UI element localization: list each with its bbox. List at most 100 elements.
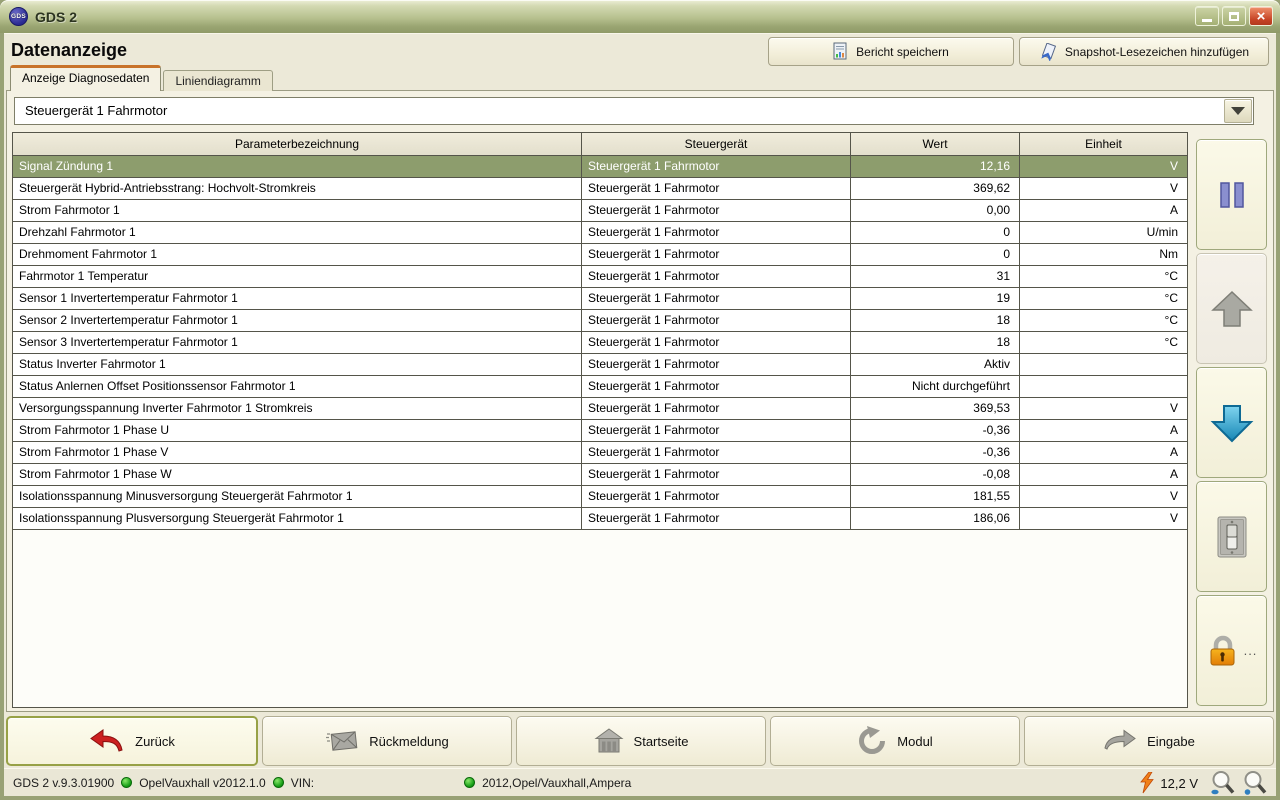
- table-body: Signal Zündung 1 Steuergerät 1 Fahrmotor…: [13, 156, 1187, 530]
- minimize-button[interactable]: [1195, 6, 1219, 26]
- table-row[interactable]: Strom Fahrmotor 1 Phase V Steuergerät 1 …: [13, 442, 1187, 464]
- value-cell: 0,00: [851, 200, 1020, 221]
- lock-button[interactable]: ...: [1196, 595, 1267, 706]
- table-row[interactable]: Signal Zündung 1 Steuergerät 1 Fahrmotor…: [13, 156, 1187, 178]
- table-row[interactable]: Drehmoment Fahrmotor 1 Steuergerät 1 Fah…: [13, 244, 1187, 266]
- value-cell: 186,06: [851, 508, 1020, 529]
- controller-cell: Steuergerät 1 Fahrmotor: [582, 420, 851, 441]
- table-row[interactable]: Steuergerät Hybrid-Antriebsstrang: Hochv…: [13, 178, 1187, 200]
- controller-cell: Steuergerät 1 Fahrmotor: [582, 156, 851, 177]
- feedback-button[interactable]: Rückmeldung: [262, 716, 512, 766]
- table-row[interactable]: Strom Fahrmotor 1 Phase W Steuergerät 1 …: [13, 464, 1187, 486]
- maximize-button[interactable]: [1222, 6, 1246, 26]
- output-control-button[interactable]: [1196, 481, 1267, 592]
- table-row[interactable]: Status Anlernen Offset Positionssensor F…: [13, 376, 1187, 398]
- controller-cell: Steuergerät 1 Fahrmotor: [582, 398, 851, 419]
- module-button[interactable]: Modul: [770, 716, 1020, 766]
- parameter-cell: Strom Fahrmotor 1: [13, 200, 582, 221]
- refresh-icon: [857, 726, 887, 756]
- unit-cell: °C: [1020, 332, 1187, 353]
- column-header-parameter[interactable]: Parameterbezeichnung: [13, 133, 582, 155]
- zoom-in-magnifier-icon[interactable]: [1242, 770, 1268, 797]
- unit-cell: V: [1020, 508, 1187, 529]
- add-snapshot-label: Snapshot-Lesezeichen hinzufügen: [1065, 45, 1249, 59]
- table-row[interactable]: Strom Fahrmotor 1 Phase U Steuergerät 1 …: [13, 420, 1187, 442]
- unit-cell: A: [1020, 420, 1187, 441]
- controller-cell: Steuergerät 1 Fahrmotor: [582, 376, 851, 397]
- value-cell: 18: [851, 310, 1020, 331]
- back-label: Zurück: [135, 734, 175, 749]
- column-header-value[interactable]: Wert: [851, 133, 1020, 155]
- dropdown-button[interactable]: [1224, 99, 1252, 123]
- battery-lightning-icon: [1140, 772, 1154, 794]
- report-document-icon: [833, 42, 848, 61]
- column-header-unit[interactable]: Einheit: [1020, 133, 1187, 155]
- value-cell: 0: [851, 222, 1020, 243]
- parameter-cell: Status Inverter Fahrmotor 1: [13, 354, 582, 375]
- table-header: Parameterbezeichnung Steuergerät Wert Ei…: [13, 133, 1187, 156]
- gds-logo-icon: GDS: [9, 7, 28, 26]
- pause-icon: [1217, 181, 1247, 209]
- table-row[interactable]: Drehzahl Fahrmotor 1 Steuergerät 1 Fahrm…: [13, 222, 1187, 244]
- tab-anzeige-diagnosedaten[interactable]: Anzeige Diagnosedaten: [10, 65, 161, 91]
- table-row[interactable]: Isolationsspannung Minusversorgung Steue…: [13, 486, 1187, 508]
- table-row[interactable]: Fahrmotor 1 Temperatur Steuergerät 1 Fah…: [13, 266, 1187, 288]
- table-row[interactable]: Sensor 2 Invertertemperatur Fahrmotor 1 …: [13, 310, 1187, 332]
- parameter-cell: Drehmoment Fahrmotor 1: [13, 244, 582, 265]
- table-row[interactable]: Strom Fahrmotor 1 Steuergerät 1 Fahrmoto…: [13, 200, 1187, 222]
- value-cell: -0,08: [851, 464, 1020, 485]
- status-bar: GDS 2 v.9.3.01900 OpelVauxhall v2012.1.0…: [4, 768, 1276, 796]
- value-cell: Aktiv: [851, 354, 1020, 375]
- zoom-out-magnifier-icon[interactable]: [1210, 770, 1236, 797]
- value-cell: -0,36: [851, 420, 1020, 441]
- app-version-label: GDS 2 v.9.3.01900: [13, 776, 114, 790]
- input-button[interactable]: Eingabe: [1024, 716, 1274, 766]
- home-label: Startseite: [634, 734, 689, 749]
- scroll-down-button[interactable]: [1196, 367, 1267, 478]
- save-report-button[interactable]: Bericht speichern: [768, 37, 1014, 66]
- vin-label: VIN:: [291, 776, 314, 790]
- pause-button[interactable]: [1196, 139, 1267, 250]
- add-snapshot-bookmark-button[interactable]: Snapshot-Lesezeichen hinzufügen: [1019, 37, 1269, 66]
- table-row[interactable]: Isolationsspannung Plusversorgung Steuer…: [13, 508, 1187, 530]
- snapshot-bookmark-icon: [1039, 43, 1057, 61]
- controller-select-value: Steuergerät 1 Fahrmotor: [15, 98, 1253, 124]
- value-cell: 369,62: [851, 178, 1020, 199]
- value-cell: 12,16: [851, 156, 1020, 177]
- back-button[interactable]: Zurück: [6, 716, 258, 766]
- table-row[interactable]: Versorgungsspannung Inverter Fahrmotor 1…: [13, 398, 1187, 420]
- bottom-navigation: Zurück Rückmeldung: [6, 716, 1274, 766]
- scroll-up-button[interactable]: [1196, 253, 1267, 364]
- unit-cell: V: [1020, 156, 1187, 177]
- table-row[interactable]: Sensor 1 Invertertemperatur Fahrmotor 1 …: [13, 288, 1187, 310]
- table-row[interactable]: Status Inverter Fahrmotor 1 Steuergerät …: [13, 354, 1187, 376]
- table-row[interactable]: Sensor 3 Invertertemperatur Fahrmotor 1 …: [13, 332, 1187, 354]
- value-cell: Nicht durchgeführt: [851, 376, 1020, 397]
- parameter-cell: Drehzahl Fahrmotor 1: [13, 222, 582, 243]
- module-label: Modul: [897, 734, 932, 749]
- controller-select[interactable]: Steuergerät 1 Fahrmotor: [14, 97, 1254, 125]
- software-version-label: OpelVauxhall v2012.1.0: [139, 776, 266, 790]
- controller-cell: Steuergerät 1 Fahrmotor: [582, 222, 851, 243]
- parameter-cell: Status Anlernen Offset Positionssensor F…: [13, 376, 582, 397]
- value-cell: 31: [851, 266, 1020, 287]
- controller-cell: Steuergerät 1 Fahrmotor: [582, 178, 851, 199]
- tab-content: Steuergerät 1 Fahrmotor Parameterbezeich…: [6, 90, 1274, 712]
- close-button[interactable]: ×: [1249, 6, 1273, 26]
- parameter-table: Parameterbezeichnung Steuergerät Wert Ei…: [12, 132, 1188, 708]
- tab-liniendiagramm[interactable]: Liniendiagramm: [163, 70, 272, 91]
- value-cell: 0: [851, 244, 1020, 265]
- parameter-cell: Strom Fahrmotor 1 Phase V: [13, 442, 582, 463]
- value-cell: 19: [851, 288, 1020, 309]
- controller-cell: Steuergerät 1 Fahrmotor: [582, 332, 851, 353]
- unit-cell: °C: [1020, 266, 1187, 287]
- controller-cell: Steuergerät 1 Fahrmotor: [582, 486, 851, 507]
- controller-cell: Steuergerät 1 Fahrmotor: [582, 310, 851, 331]
- column-header-controller[interactable]: Steuergerät: [582, 133, 851, 155]
- status-ok-icon: [464, 777, 475, 788]
- lock-more-label: ...: [1244, 643, 1258, 658]
- back-arrow-icon: [89, 728, 125, 754]
- lock-icon: [1206, 634, 1240, 667]
- feedback-label: Rückmeldung: [369, 734, 449, 749]
- home-button[interactable]: Startseite: [516, 716, 766, 766]
